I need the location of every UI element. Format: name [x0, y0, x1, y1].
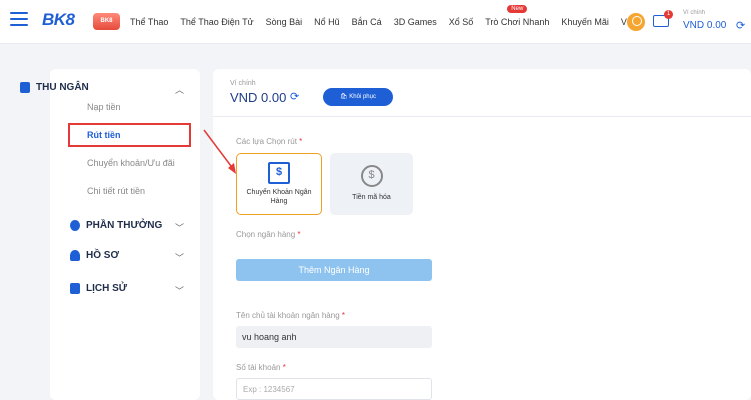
annotation-arrow — [203, 129, 236, 174]
